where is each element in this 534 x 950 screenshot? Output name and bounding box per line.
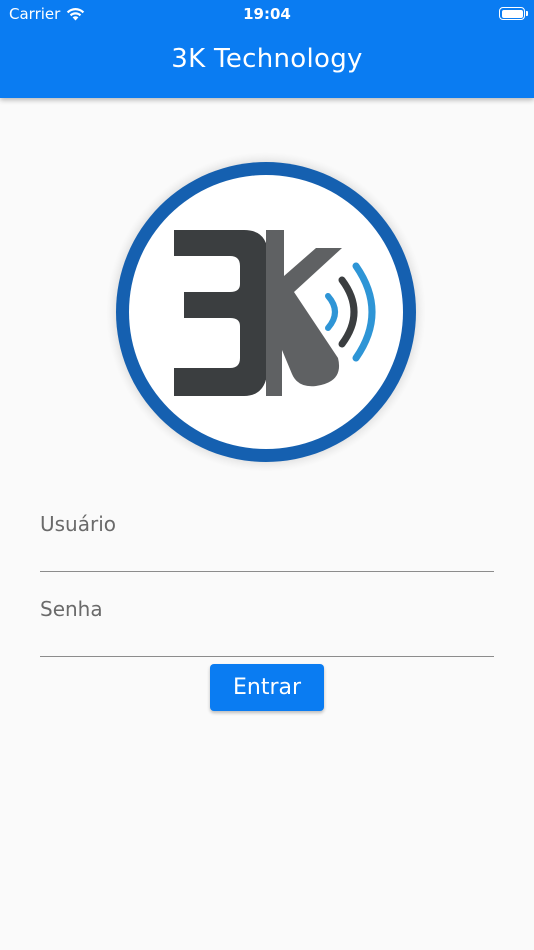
app-bar: Carrier 19:04 3K Technology [0, 0, 534, 98]
username-input[interactable] [40, 526, 494, 571]
battery-level [501, 9, 523, 18]
page-title: 3K Technology [171, 44, 363, 74]
company-logo [106, 152, 426, 472]
login-button[interactable]: Entrar [210, 664, 324, 711]
password-underline [40, 656, 494, 657]
status-bar: Carrier 19:04 [0, 0, 534, 28]
password-input[interactable] [40, 611, 494, 656]
username-field[interactable]: Usuário [40, 512, 494, 572]
username-underline [40, 571, 494, 572]
password-field[interactable]: Senha [40, 597, 494, 657]
logo-three-shape [174, 230, 268, 396]
status-time: 19:04 [243, 5, 291, 23]
battery-icon [499, 7, 528, 20]
